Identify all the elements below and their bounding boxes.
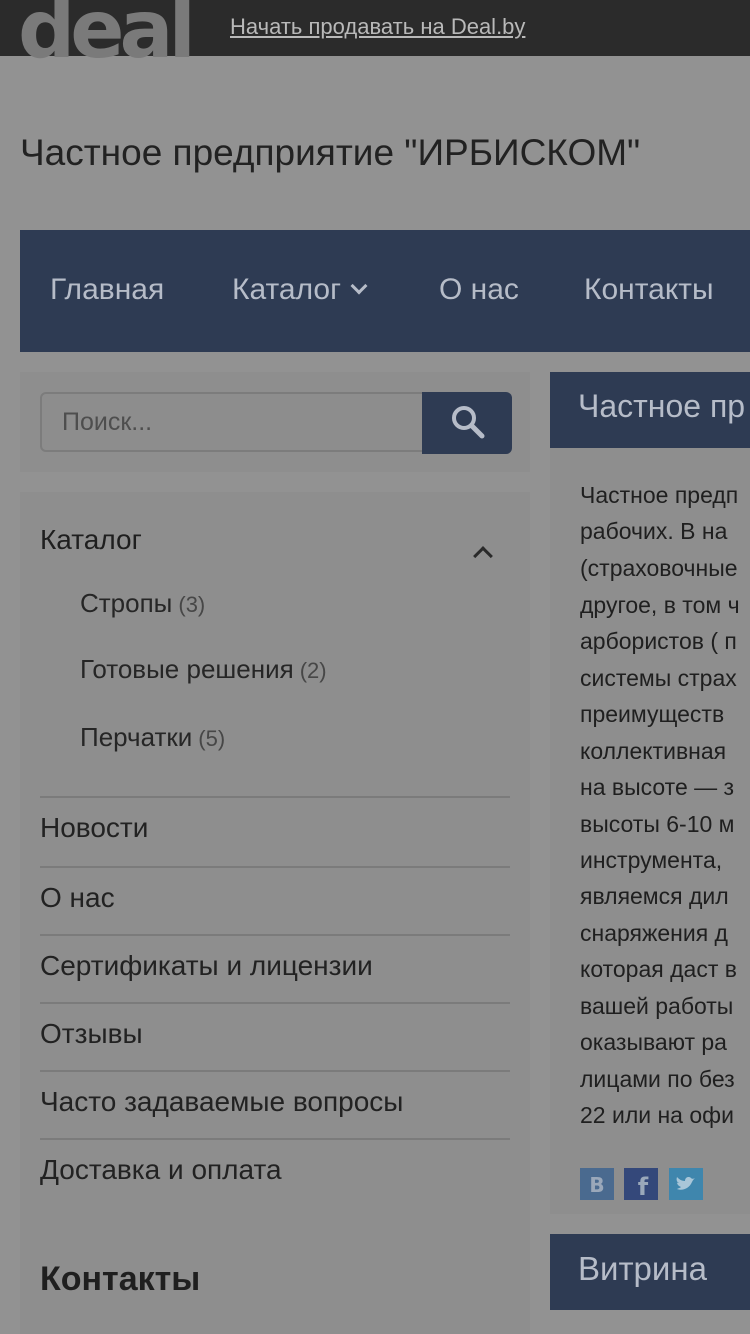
description-line: преимуществ xyxy=(580,701,725,727)
main-content-header: Частное пр xyxy=(550,372,750,448)
description-line: высоты 6-10 м xyxy=(580,811,735,837)
sidebar-item-label: Доставка и оплата xyxy=(40,1154,282,1185)
description-line: вашей работы xyxy=(580,993,734,1019)
description-line: оказывают ра xyxy=(580,1029,727,1055)
nav-item-home[interactable]: Главная xyxy=(50,230,164,352)
sidebar-item-label: О нас xyxy=(40,882,115,913)
description-line: другое, в том ч xyxy=(580,592,740,618)
main-content-body: Частное предп рабочих. В на (страховочны… xyxy=(550,448,750,1214)
catalog-item-label: Готовые решения xyxy=(80,654,294,684)
contacts-heading: Контакты xyxy=(40,1260,201,1298)
sidebar-item-news[interactable]: Новости xyxy=(40,796,510,866)
sidebar-item-certificates[interactable]: Сертификаты и лицензии xyxy=(40,934,510,1002)
search-icon xyxy=(452,406,485,439)
chevron-down-icon xyxy=(350,277,368,295)
description-line: являемся дил xyxy=(580,883,729,909)
company-title: Частное предприятие "ИРБИСКОМ" xyxy=(20,132,641,173)
sidebar-item-label: Сертификаты и лицензии xyxy=(40,950,373,981)
catalog-item-label: Перчатки xyxy=(80,722,193,752)
search-card: Поиск... xyxy=(20,372,530,472)
description-line: рабочих. В на xyxy=(580,518,728,544)
showcase-title: Витрина xyxy=(578,1250,707,1287)
showcase-header: Витрина xyxy=(550,1234,750,1310)
description-line: снаряжения д xyxy=(580,920,728,946)
nav-item-about[interactable]: О нас xyxy=(439,230,519,352)
facebook-icon[interactable]: f xyxy=(624,1168,658,1200)
deal-logo[interactable]: deal xyxy=(18,0,196,70)
search-input[interactable]: Поиск... xyxy=(40,392,424,452)
description-line: коллективная xyxy=(580,738,727,764)
description-line: лицами по без xyxy=(580,1066,735,1092)
description-line: инструмента, xyxy=(580,847,723,873)
svg-text:f: f xyxy=(638,1173,649,1200)
description-line: Частное предп xyxy=(580,482,739,508)
catalog-item-gloves[interactable]: Перчатки (5) xyxy=(80,722,225,753)
description-line: системы страх xyxy=(580,665,737,691)
sidebar-item-reviews[interactable]: Отзывы xyxy=(40,1002,510,1070)
catalog-item-count: (3) xyxy=(178,592,206,617)
chevron-up-icon[interactable] xyxy=(473,546,493,566)
start-selling-link[interactable]: Начать продавать на Deal.by xyxy=(230,14,525,40)
search-placeholder: Поиск... xyxy=(62,408,153,436)
vk-icon[interactable]: B xyxy=(580,1168,614,1200)
sidebar-item-faq[interactable]: Часто задаваемые вопросы xyxy=(40,1070,510,1138)
top-bar: deal Начать продавать на Deal.by xyxy=(0,0,750,70)
sidebar-item-about[interactable]: О нас xyxy=(40,866,510,934)
sidebar-item-delivery[interactable]: Доставка и оплата xyxy=(40,1138,510,1206)
catalog-item-ready-solutions[interactable]: Готовые решения (2) xyxy=(80,654,327,685)
description-line: на высоте — з xyxy=(580,774,735,800)
main-nav: Главная Каталог О нас Контакты xyxy=(20,230,750,352)
twitter-icon[interactable] xyxy=(669,1168,703,1200)
catalog-item-label: Стропы xyxy=(80,588,173,618)
catalog-item-count: (2) xyxy=(299,658,327,683)
catalog-item-count: (5) xyxy=(198,726,226,751)
catalog-item-slings[interactable]: Стропы (3) xyxy=(80,588,205,619)
nav-item-contacts[interactable]: Контакты xyxy=(584,230,714,352)
search-button[interactable] xyxy=(422,392,512,454)
description-line: которая даст в xyxy=(580,956,737,982)
sidebar-catalog-heading[interactable]: Каталог xyxy=(40,524,142,556)
sidebar-item-label: Отзывы xyxy=(40,1018,143,1049)
nav-item-catalog[interactable]: Каталог xyxy=(232,230,368,352)
nav-item-catalog-label: Каталог xyxy=(232,273,342,306)
sidebar-item-label: Новости xyxy=(40,812,149,843)
description-line: 22 или на офи xyxy=(580,1102,734,1128)
sidebar-item-label: Часто задаваемые вопросы xyxy=(40,1086,404,1117)
sidebar: Каталог Стропы (3) Готовые решения (2) Пер… xyxy=(20,492,530,1334)
svg-text:B: B xyxy=(589,1173,604,1197)
main-content-title: Частное пр xyxy=(578,388,746,424)
description-line: (страховочные xyxy=(580,555,738,581)
description-line: арбористов ( п xyxy=(580,628,737,654)
